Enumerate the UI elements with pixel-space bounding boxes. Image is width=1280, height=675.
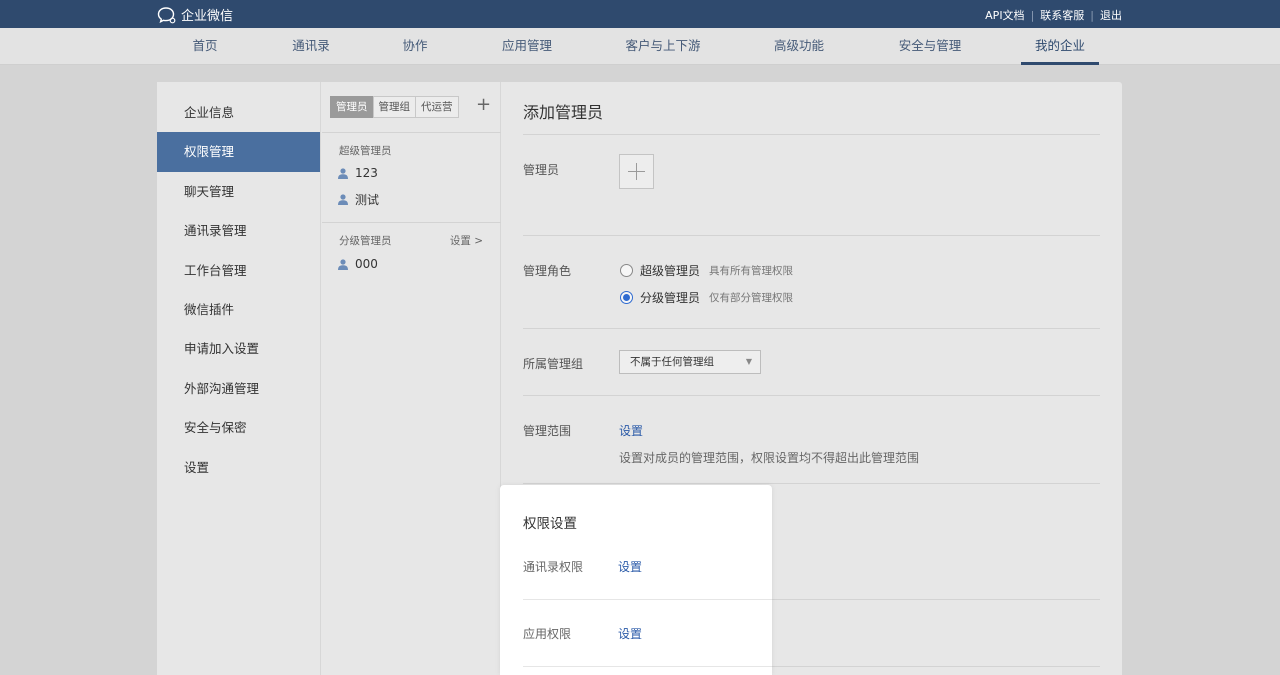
- radio-super-admin[interactable]: [620, 264, 633, 277]
- role-option-branch[interactable]: 分级管理员 仅有部分管理权限: [620, 289, 793, 306]
- add-icon[interactable]: +: [476, 94, 491, 115]
- member-name: 000: [355, 257, 378, 271]
- logo[interactable]: 企业微信: [157, 5, 233, 24]
- scope-settings-link[interactable]: 设置: [619, 422, 643, 439]
- separator: |: [1030, 8, 1035, 22]
- sidebar-item-settings[interactable]: 设置: [157, 448, 320, 487]
- nav-contacts[interactable]: 通讯录: [286, 28, 336, 64]
- role-desc: 具有所有管理权限: [709, 265, 794, 277]
- role-field-label: 管理角色: [523, 264, 572, 278]
- sidebar-item-wechat-plugin[interactable]: 微信插件: [157, 290, 320, 329]
- add-admin-button[interactable]: [619, 154, 654, 189]
- role-name: 分级管理员: [640, 291, 701, 305]
- nav-collaboration[interactable]: 协作: [390, 28, 440, 64]
- divider: [523, 483, 1100, 484]
- sidebar-item-workbench[interactable]: 工作台管理: [157, 251, 320, 290]
- tab-agency[interactable]: 代运营: [415, 96, 459, 118]
- separator: |: [1090, 8, 1094, 22]
- nav-home[interactable]: 首页: [180, 28, 230, 64]
- group-select-value: 不属于任何管理组: [630, 356, 714, 368]
- sidebar-item-security[interactable]: 安全与保密: [157, 408, 320, 447]
- branch-admin-label: 分级管理员: [339, 235, 392, 247]
- sidebar-item-enterprise-info[interactable]: 企业信息: [157, 93, 320, 132]
- logo-text: 企业微信: [181, 9, 234, 24]
- app-permission-link[interactable]: 设置: [618, 625, 642, 642]
- member-name: 123: [355, 166, 378, 180]
- main-nav: 首页 通讯录 协作 应用管理 客户与上下游 高级功能 安全与管理 我的企业: [0, 28, 1280, 65]
- sidebar: 企业信息 权限管理 聊天管理 通讯录管理 工作台管理 微信插件 申请加入设置 外…: [157, 82, 321, 675]
- api-docs-link[interactable]: API文档: [985, 7, 1024, 23]
- nav-my-enterprise[interactable]: 我的企业: [1021, 28, 1099, 65]
- divider: [322, 132, 501, 133]
- user-icon: [338, 167, 348, 179]
- divider: [523, 235, 1100, 236]
- sidebar-item-external[interactable]: 外部沟通管理: [157, 369, 320, 408]
- user-icon: [338, 194, 348, 205]
- list-item[interactable]: 123: [338, 166, 378, 180]
- tab-admins[interactable]: 管理员: [330, 96, 374, 118]
- logout-link[interactable]: 退出: [1100, 7, 1122, 23]
- user-icon: [338, 258, 348, 270]
- divider: [523, 395, 1100, 396]
- list-item[interactable]: 测试: [338, 191, 379, 208]
- permission-settings-title: 权限设置: [523, 516, 577, 532]
- divider: [322, 222, 501, 223]
- divider: [523, 134, 1100, 135]
- chat-bubble-icon: [157, 6, 176, 23]
- member-name: 测试: [355, 193, 380, 207]
- nav-advanced[interactable]: 高级功能: [768, 28, 830, 64]
- super-admin-label: 超级管理员: [339, 145, 392, 157]
- chevron-down-icon: ▼: [745, 357, 752, 366]
- divider: [523, 599, 772, 600]
- tab-admin-groups[interactable]: 管理组: [372, 96, 416, 118]
- group-select[interactable]: 不属于任何管理组 ▼: [619, 350, 761, 374]
- contact-support-link[interactable]: 联系客服: [1040, 7, 1084, 23]
- divider: [523, 328, 1100, 329]
- admin-list-panel: 管理员 管理组 代运营 + 超级管理员 123 测试 分级管理员 设置 > 00…: [322, 82, 501, 675]
- sidebar-item-join-settings[interactable]: 申请加入设置: [157, 329, 320, 368]
- role-desc: 仅有部分管理权限: [709, 292, 794, 304]
- admin-field-label: 管理员: [523, 163, 560, 177]
- scope-field-label: 管理范围: [523, 424, 572, 438]
- admin-tabs: 管理员 管理组 代运营: [330, 96, 459, 118]
- page-title: 添加管理员: [523, 103, 604, 122]
- sidebar-item-contacts[interactable]: 通讯录管理: [157, 211, 320, 250]
- top-bar: 企业微信 API文档 | 联系客服 | 退出: [0, 0, 1280, 28]
- app-permission-label: 应用权限: [523, 627, 572, 641]
- contacts-permission-link[interactable]: 设置: [618, 558, 642, 575]
- branch-settings-link[interactable]: 设置 >: [450, 233, 483, 248]
- list-item[interactable]: 000: [338, 257, 378, 271]
- nav-app-management[interactable]: 应用管理: [496, 28, 558, 64]
- divider: [523, 666, 772, 667]
- scope-hint: 设置对成员的管理范围，权限设置均不得超出此管理范围: [619, 451, 920, 465]
- role-option-super[interactable]: 超级管理员 具有所有管理权限: [620, 262, 793, 279]
- sidebar-item-permissions[interactable]: 权限管理: [157, 132, 320, 172]
- contacts-permission-label: 通讯录权限: [523, 560, 584, 574]
- nav-security[interactable]: 安全与管理: [893, 28, 967, 64]
- top-links: API文档 | 联系客服 | 退出: [985, 7, 1122, 23]
- radio-branch-admin[interactable]: [620, 291, 633, 304]
- permission-settings-panel: 权限设置 通讯录权限 设置 应用权限 设置: [500, 485, 772, 675]
- sidebar-item-chat[interactable]: 聊天管理: [157, 172, 320, 211]
- nav-customers[interactable]: 客户与上下游: [620, 28, 706, 64]
- group-field-label: 所属管理组: [523, 357, 584, 371]
- role-name: 超级管理员: [640, 264, 701, 278]
